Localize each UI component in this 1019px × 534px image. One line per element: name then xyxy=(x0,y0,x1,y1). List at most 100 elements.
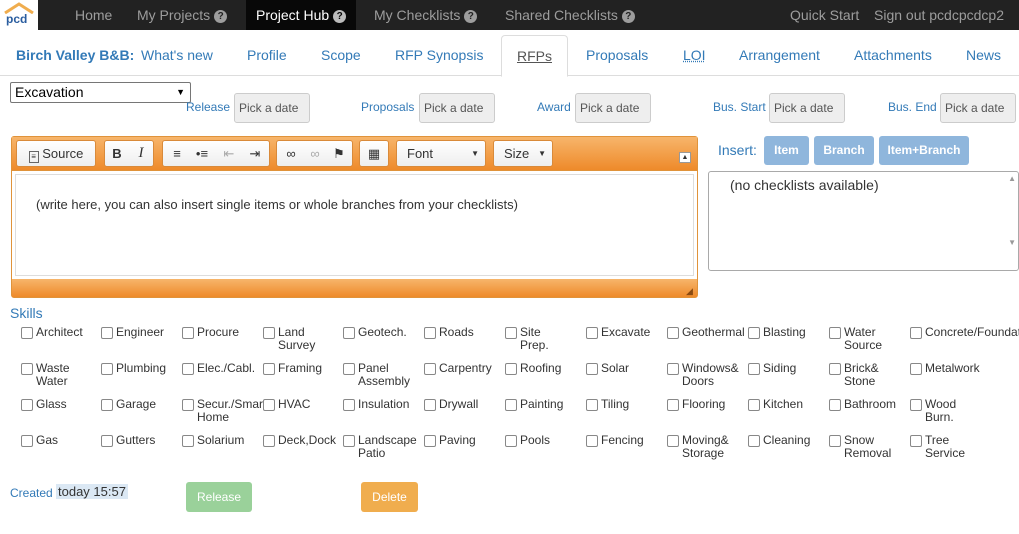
nav-my-projects[interactable]: My Projects? xyxy=(137,0,228,30)
skill-checkbox[interactable] xyxy=(586,399,598,411)
proposals-date-input[interactable]: Pick a date xyxy=(419,93,495,123)
insert-item-button[interactable]: Item xyxy=(764,136,809,165)
skill-checkbox[interactable] xyxy=(263,363,275,375)
skill-checkbox[interactable] xyxy=(829,363,841,375)
skill-checkbox[interactable] xyxy=(505,399,517,411)
link-icon[interactable]: ∞ xyxy=(279,141,303,166)
skill-checkbox[interactable] xyxy=(586,363,598,375)
tab-rfp-synopsis[interactable]: RFP Synopsis xyxy=(395,35,483,76)
skill-checkbox[interactable] xyxy=(748,435,760,447)
release-date-input[interactable]: Pick a date xyxy=(234,93,310,123)
skill-checkbox[interactable] xyxy=(424,327,436,339)
nav-project-hub[interactable]: Project Hub? xyxy=(246,0,357,30)
skill-checkbox[interactable] xyxy=(667,435,679,447)
nav-my-checklists[interactable]: My Checklists? xyxy=(374,0,478,30)
bold-button[interactable]: B xyxy=(105,141,129,166)
help-icon[interactable]: ? xyxy=(464,10,478,23)
delete-button[interactable]: Delete xyxy=(361,482,418,512)
nav-sign-out[interactable]: Sign out pcdcpcdcp2 xyxy=(874,0,1004,30)
tab-profile[interactable]: Profile xyxy=(247,35,287,76)
skill-checkbox[interactable] xyxy=(910,399,922,411)
bus-end-date-input[interactable]: Pick a date xyxy=(940,93,1016,123)
skill-checkbox[interactable] xyxy=(424,363,436,375)
skill-checkbox[interactable] xyxy=(667,363,679,375)
skill-checkbox[interactable] xyxy=(910,363,922,375)
skill-checkbox[interactable] xyxy=(21,435,33,447)
resize-grip-icon[interactable]: ◢ xyxy=(686,286,696,296)
bulleted-list-icon[interactable]: •≡ xyxy=(190,141,214,166)
skill-checkbox[interactable] xyxy=(101,399,113,411)
nav-home[interactable]: Home xyxy=(75,0,112,30)
skill-checkbox[interactable] xyxy=(505,363,517,375)
skill-checkbox[interactable] xyxy=(748,327,760,339)
nav-shared-checklists[interactable]: Shared Checklists? xyxy=(505,0,635,30)
skill-checkbox[interactable] xyxy=(263,399,275,411)
editor-content-area[interactable]: (write here, you can also insert single … xyxy=(15,174,694,276)
skill-checkbox[interactable] xyxy=(667,399,679,411)
skill-checkbox[interactable] xyxy=(910,327,922,339)
skill-checkbox[interactable] xyxy=(748,363,760,375)
font-combo[interactable]: Font ▼ xyxy=(396,140,486,167)
scroll-down-icon[interactable]: ▼ xyxy=(1008,238,1016,247)
tab-scope[interactable]: Scope xyxy=(321,35,361,76)
skill-checkbox[interactable] xyxy=(829,399,841,411)
skill-checkbox[interactable] xyxy=(263,435,275,447)
award-date-input[interactable]: Pick a date xyxy=(575,93,651,123)
skill-checkbox[interactable] xyxy=(263,327,275,339)
italic-button[interactable]: I xyxy=(129,141,153,166)
help-icon[interactable]: ? xyxy=(333,10,347,23)
skill-checkbox[interactable] xyxy=(910,435,922,447)
size-combo[interactable]: Size ▼ xyxy=(493,140,553,167)
scroll-up-icon[interactable]: ▲ xyxy=(1008,174,1016,183)
insert-item-branch-button[interactable]: Item+Branch xyxy=(879,136,969,165)
skill-checkbox[interactable] xyxy=(829,435,841,447)
anchor-flag-icon[interactable]: ⚑ xyxy=(327,141,351,166)
skill-checkbox[interactable] xyxy=(21,363,33,375)
skill-checkbox[interactable] xyxy=(101,363,113,375)
skill-checkbox[interactable] xyxy=(748,399,760,411)
outdent-icon[interactable]: ⇤ xyxy=(217,141,241,166)
skill-checkbox[interactable] xyxy=(343,435,355,447)
indent-icon[interactable]: ⇥ xyxy=(243,141,267,166)
tab-whats-new[interactable]: What's new xyxy=(141,35,213,76)
checklist-list[interactable]: (no checklists available) ▲ ▼ xyxy=(708,171,1019,271)
category-select[interactable]: Excavation ▼ xyxy=(10,82,191,103)
skill-checkbox[interactable] xyxy=(182,435,194,447)
skill-checkbox[interactable] xyxy=(343,327,355,339)
help-icon[interactable]: ? xyxy=(621,10,635,23)
table-icon[interactable]: ▦ xyxy=(360,141,388,166)
numbered-list-icon[interactable]: ≡ xyxy=(165,141,189,166)
skill-checkbox[interactable] xyxy=(21,327,33,339)
tab-attachments[interactable]: Attachments xyxy=(854,35,932,76)
pcd-logo[interactable]: pcd xyxy=(0,0,38,30)
skill-checkbox[interactable] xyxy=(829,327,841,339)
skill-checkbox[interactable] xyxy=(101,327,113,339)
nav-quick-start[interactable]: Quick Start xyxy=(790,0,859,30)
skill-checkbox[interactable] xyxy=(424,435,436,447)
skill-checkbox[interactable] xyxy=(505,435,517,447)
tab-loi[interactable]: LOI xyxy=(683,35,706,76)
skill-checkbox[interactable] xyxy=(424,399,436,411)
skill-checkbox[interactable] xyxy=(505,327,517,339)
skill-checkbox[interactable] xyxy=(586,435,598,447)
skill-checkbox[interactable] xyxy=(182,327,194,339)
help-icon[interactable]: ? xyxy=(214,10,228,23)
release-button[interactable]: Release xyxy=(186,482,252,512)
skill-checkbox[interactable] xyxy=(182,399,194,411)
tab-arrangement[interactable]: Arrangement xyxy=(739,35,820,76)
skill-checkbox[interactable] xyxy=(21,399,33,411)
unlink-icon[interactable]: ∞ xyxy=(303,141,327,166)
skill-checkbox[interactable] xyxy=(343,399,355,411)
skill-checkbox[interactable] xyxy=(182,363,194,375)
tab-news[interactable]: News xyxy=(966,35,1001,76)
tab-rfps[interactable]: RFPs xyxy=(501,35,568,77)
skill-checkbox[interactable] xyxy=(343,363,355,375)
tab-proposals[interactable]: Proposals xyxy=(586,35,648,76)
skill-checkbox[interactable] xyxy=(101,435,113,447)
source-button[interactable]: ≡ Source xyxy=(17,141,95,166)
skill-checkbox[interactable] xyxy=(586,327,598,339)
collapse-toolbar-icon[interactable]: ▲ xyxy=(679,152,691,163)
skill-checkbox[interactable] xyxy=(667,327,679,339)
bus-start-date-input[interactable]: Pick a date xyxy=(769,93,845,123)
insert-branch-button[interactable]: Branch xyxy=(814,136,874,165)
